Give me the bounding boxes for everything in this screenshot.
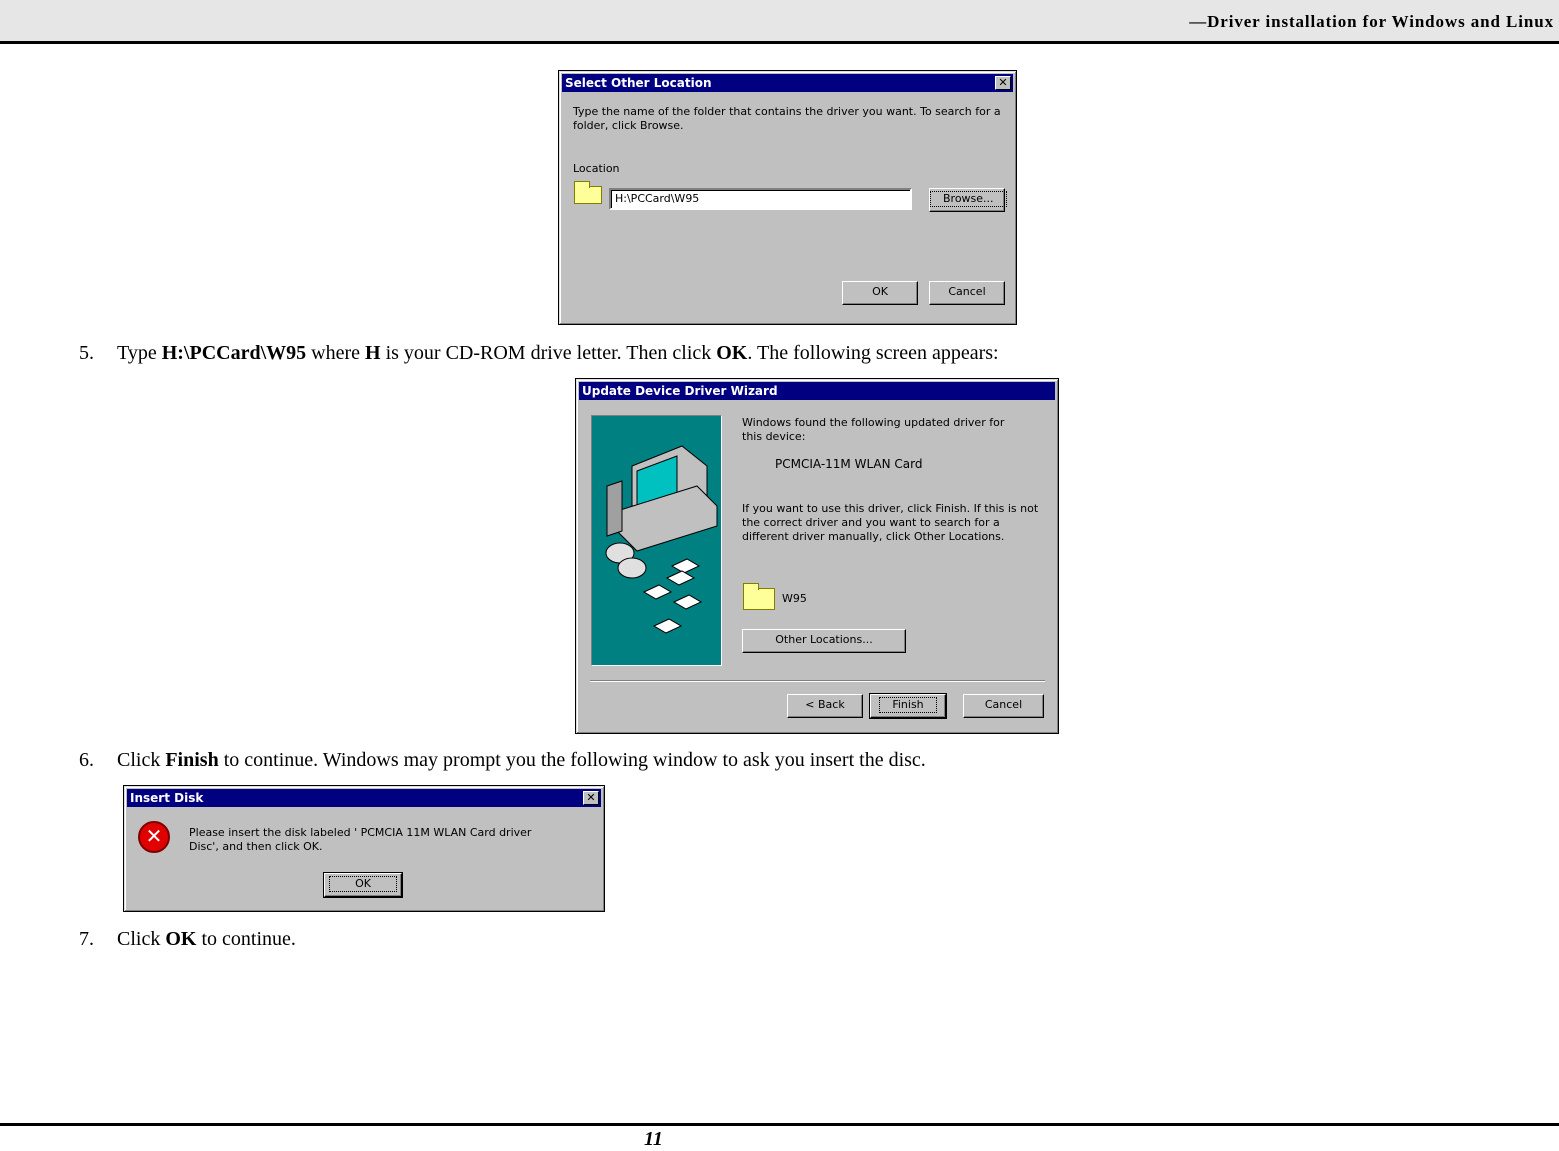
close-icon[interactable]: ✕ (583, 791, 599, 805)
page-header: —Driver installation for Windows and Lin… (0, 0, 1559, 44)
finish-button[interactable]: Finish (869, 693, 947, 719)
device-name: PCMCIA-11M WLAN Card (775, 457, 923, 471)
browse-button[interactable]: Browse... (929, 188, 1007, 212)
folder-icon (743, 583, 775, 610)
computer-with-disks-icon (605, 445, 718, 634)
dialog-title: Select Other Location (565, 76, 712, 90)
footer-rule (0, 1123, 1559, 1126)
close-icon[interactable]: ✕ (995, 76, 1011, 90)
dialog-title: Update Device Driver Wizard (582, 384, 778, 398)
step-7: 7. Click OK to continue. (79, 928, 296, 950)
insert-disk-message: Please insert the disk labeled ' PCMCIA … (189, 826, 532, 853)
update-driver-wizard-dialog: Update Device Driver Wizard Windows foun… (575, 378, 1059, 734)
found-driver-text: Windows found the following updated driv… (742, 416, 1005, 443)
back-button[interactable]: < Back (787, 694, 863, 718)
cancel-button[interactable]: Cancel (929, 281, 1005, 305)
driver-info-text: If you want to use this driver, click Fi… (742, 502, 1039, 543)
folder-icon (574, 181, 602, 204)
wizard-illustration (591, 415, 722, 666)
instructions-text: Type the name of the folder that contain… (573, 105, 1001, 132)
select-other-location-dialog: Select Other Location ✕ Type the name of… (558, 70, 1017, 325)
header-title: —Driver installation for Windows and Lin… (1189, 12, 1554, 31)
cancel-button[interactable]: Cancel (963, 694, 1044, 718)
dialog-titlebar: Update Device Driver Wizard (579, 382, 1055, 400)
separator (590, 680, 1045, 682)
ok-button[interactable]: OK (842, 281, 918, 305)
insert-disk-dialog: Insert Disk ✕ ✕ Please insert the disk l… (123, 785, 605, 912)
step-6: 6. Click Finish to continue. Windows may … (79, 749, 926, 771)
ok-button[interactable]: OK (323, 872, 403, 898)
step-5: 5. Type H:\PCCard\W95 where H is your CD-… (79, 342, 999, 364)
location-input[interactable]: H:\PCCard\W95 (609, 188, 912, 210)
error-icon: ✕ (138, 821, 170, 853)
dialog-title: Insert Disk (130, 791, 204, 805)
other-locations-button[interactable]: Other Locations... (742, 629, 906, 653)
location-label: Location (573, 162, 620, 175)
dialog-titlebar: Select Other Location ✕ (562, 74, 1013, 92)
dialog-titlebar: Insert Disk ✕ (127, 789, 601, 807)
folder-name: W95 (782, 592, 807, 605)
